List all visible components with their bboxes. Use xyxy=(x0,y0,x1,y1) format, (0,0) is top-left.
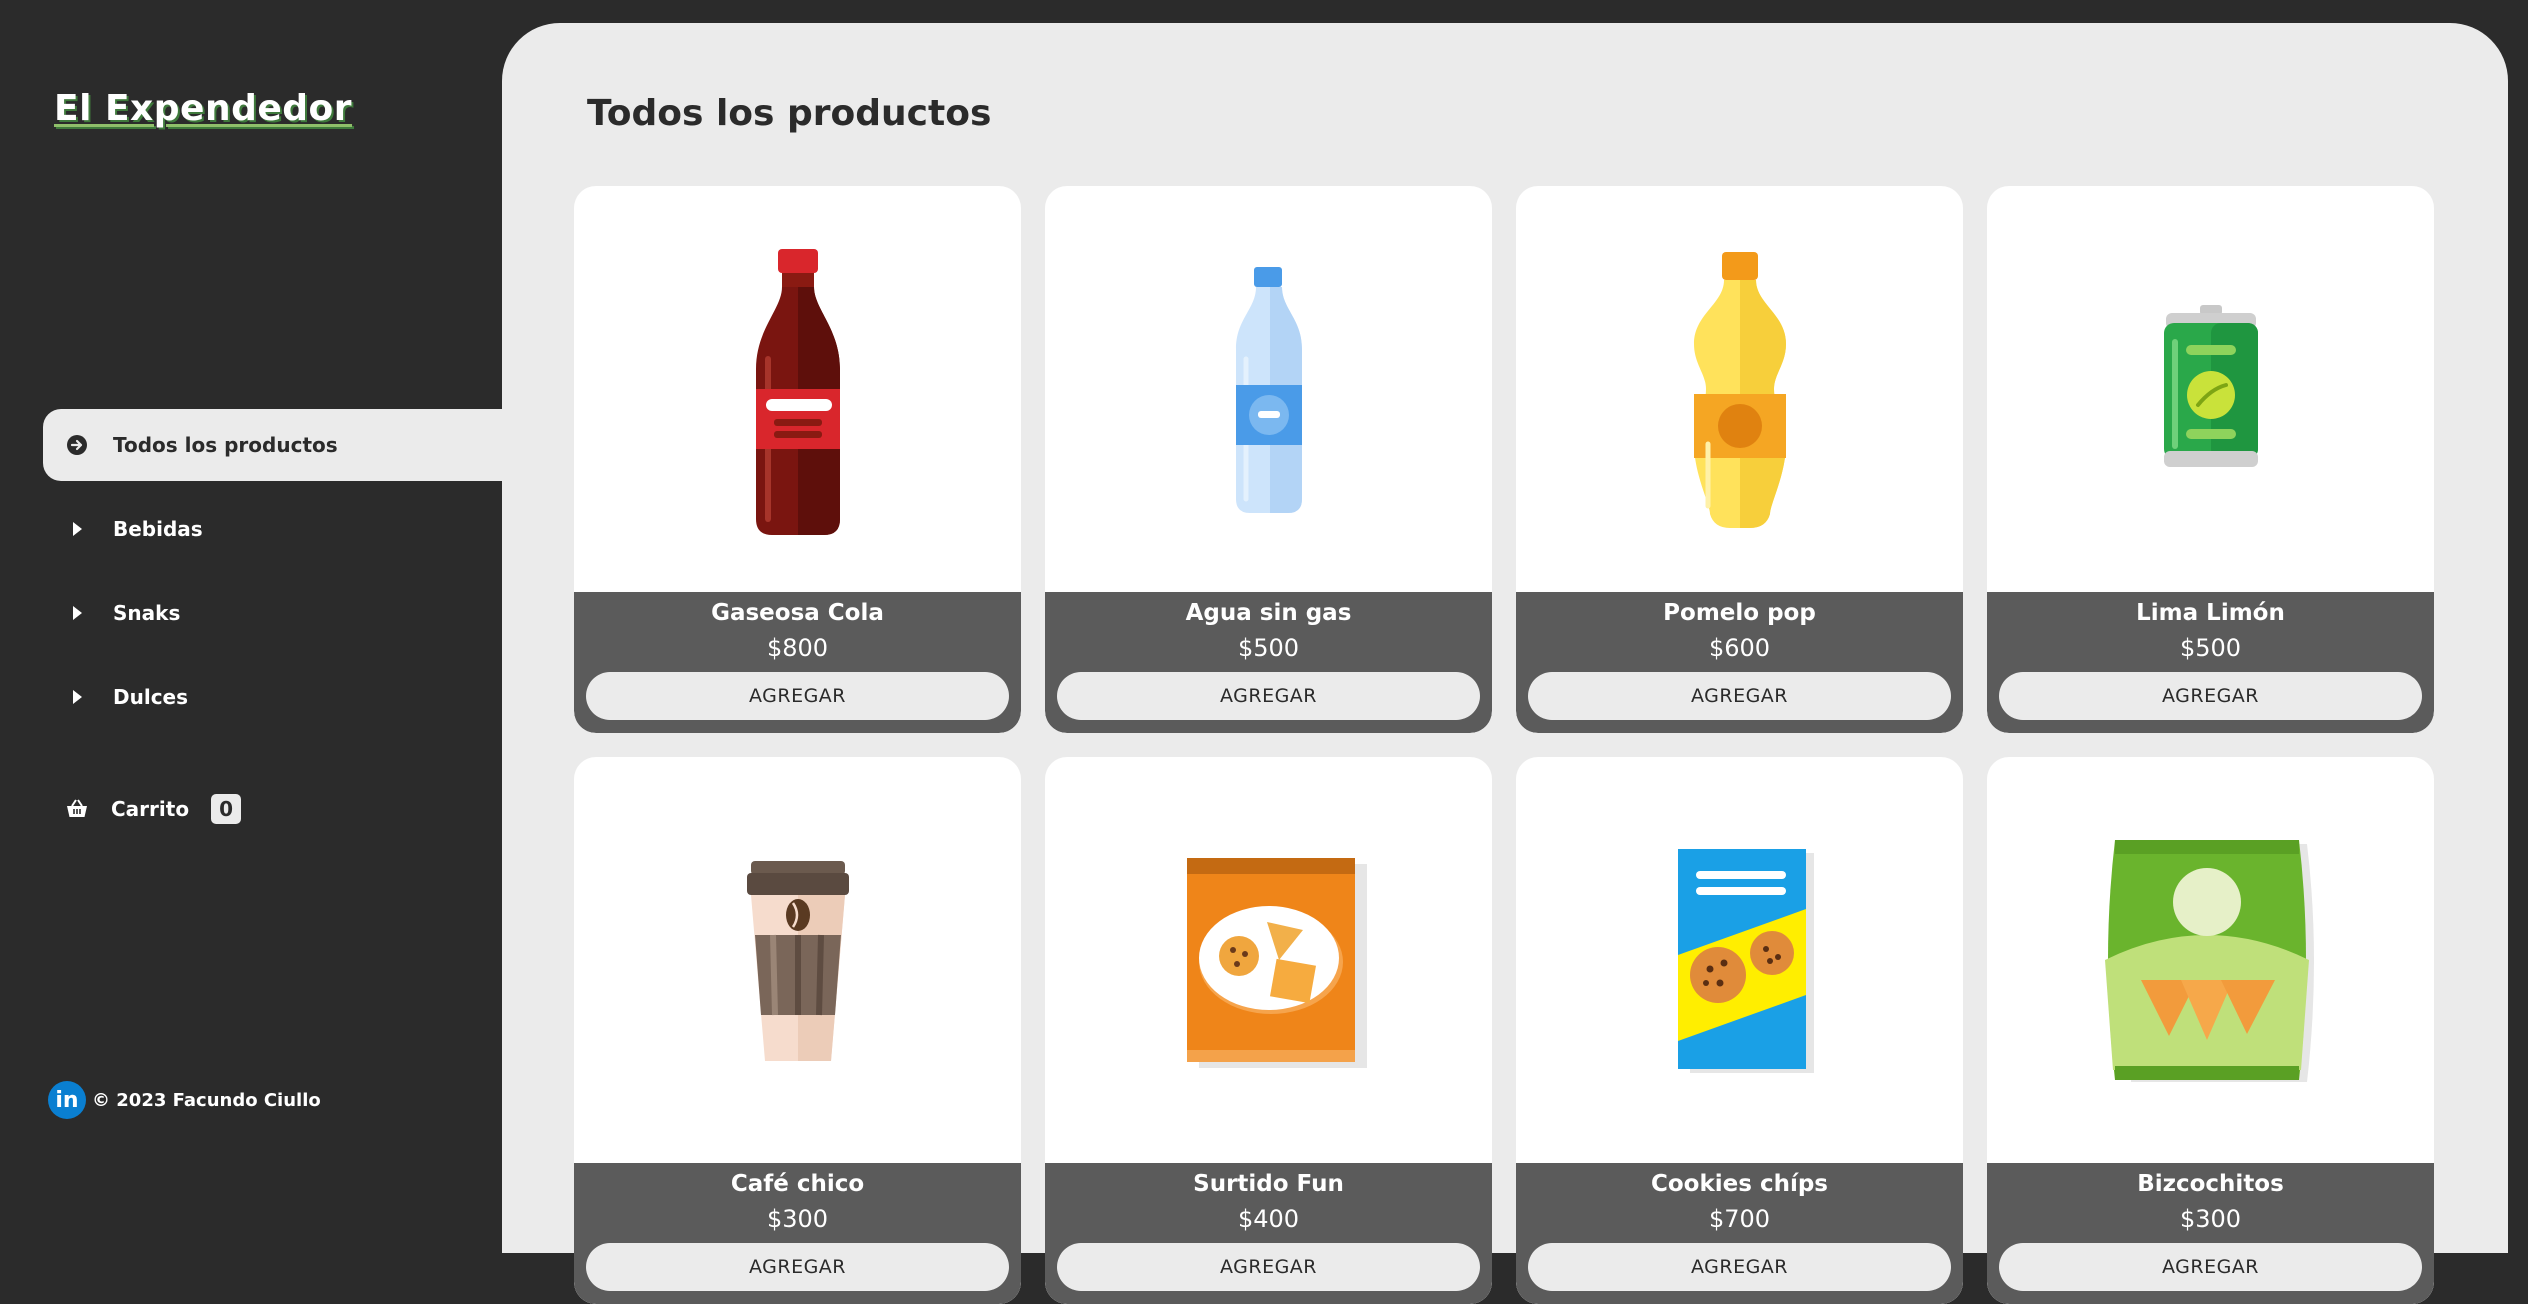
cart-count-badge: 0 xyxy=(211,794,242,824)
nav-item-label: Todos los productos xyxy=(113,433,338,457)
product-price: $600 xyxy=(1708,634,1771,662)
nav-item-todos-los-productos[interactable]: Todos los productos xyxy=(43,409,502,481)
product-name: Surtido Fun xyxy=(1193,1171,1344,1197)
product-image xyxy=(574,757,1021,1163)
product-image xyxy=(574,186,1021,592)
caret-right-icon xyxy=(43,689,111,705)
add-to-cart-button[interactable]: AGREGAR xyxy=(1528,672,1951,720)
water-bottle-icon xyxy=(1235,267,1302,513)
product-info: Café chico $300 AGREGAR xyxy=(574,1163,1021,1304)
basket-icon xyxy=(43,799,111,819)
product-name: Café chico xyxy=(730,1171,865,1197)
product-card: Cookies chíps $700 AGREGAR xyxy=(1516,757,1963,1304)
caret-right-icon xyxy=(43,605,111,621)
copyright-text: © 2023 Facundo Ciullo xyxy=(92,1089,321,1111)
product-image xyxy=(1516,757,1963,1163)
brand-logo[interactable]: El Expendedor xyxy=(54,88,352,129)
product-name: Agua sin gas xyxy=(1185,600,1352,626)
product-card: Pomelo pop $600 AGREGAR xyxy=(1516,186,1963,733)
caret-right-icon xyxy=(43,521,111,537)
product-price: $400 xyxy=(1237,1205,1300,1233)
product-info: Surtido Fun $400 AGREGAR xyxy=(1045,1163,1492,1304)
cart-label: Carrito xyxy=(111,797,190,821)
add-to-cart-button[interactable]: AGREGAR xyxy=(1057,672,1480,720)
product-price: $800 xyxy=(766,634,829,662)
product-info: Cookies chíps $700 AGREGAR xyxy=(1516,1163,1963,1304)
cola-bottle-icon xyxy=(755,249,840,535)
footer: in © 2023 Facundo Ciullo xyxy=(48,1081,321,1119)
linkedin-icon[interactable]: in xyxy=(48,1081,86,1119)
page-title: Todos los productos xyxy=(587,93,992,134)
nav-item-bebidas[interactable]: Bebidas xyxy=(43,493,502,565)
product-price: $700 xyxy=(1708,1205,1771,1233)
product-image xyxy=(1987,186,2434,592)
product-card: Agua sin gas $500 AGREGAR xyxy=(1045,186,1492,733)
main-content: Todos los productos Gaseosa Cola $800 AG… xyxy=(502,23,2508,1304)
add-to-cart-button[interactable]: AGREGAR xyxy=(1057,1243,1480,1291)
product-card: Surtido Fun $400 AGREGAR xyxy=(1045,757,1492,1304)
product-name: Cookies chíps xyxy=(1650,1171,1828,1197)
product-info: Agua sin gas $500 AGREGAR xyxy=(1045,592,1492,733)
product-info: Lima Limón $500 AGREGAR xyxy=(1987,592,2434,733)
product-name: Lima Limón xyxy=(2136,600,2285,626)
cookies-box-icon xyxy=(1677,849,1814,1073)
product-info: Bizcochitos $300 AGREGAR xyxy=(1987,1163,2434,1304)
category-nav: Todos los productos Bebidas Snaks Dulces xyxy=(0,409,502,745)
product-price: $500 xyxy=(1237,634,1300,662)
cart-button[interactable]: Carrito 0 xyxy=(43,774,242,844)
product-card: Bizcochitos $300 AGREGAR xyxy=(1987,757,2434,1304)
add-to-cart-button[interactable]: AGREGAR xyxy=(1528,1243,1951,1291)
nav-item-snaks[interactable]: Snaks xyxy=(43,577,502,649)
nav-item-label: Bebidas xyxy=(113,517,203,541)
nav-item-dulces[interactable]: Dulces xyxy=(43,661,502,733)
product-grid: Gaseosa Cola $800 AGREGAR Agua sin gas $… xyxy=(574,186,2434,1304)
grapefruit-soda-bottle-icon xyxy=(1693,252,1786,528)
product-info: Pomelo pop $600 AGREGAR xyxy=(1516,592,1963,733)
arrow-circle-right-icon xyxy=(43,434,111,456)
assorted-crackers-box-icon xyxy=(1186,858,1367,1068)
product-name: Pomelo pop xyxy=(1663,600,1816,626)
product-name: Gaseosa Cola xyxy=(711,600,884,626)
add-to-cart-button[interactable]: AGREGAR xyxy=(586,1243,1009,1291)
product-card: Gaseosa Cola $800 AGREGAR xyxy=(574,186,1021,733)
product-info: Gaseosa Cola $800 AGREGAR xyxy=(574,592,1021,733)
product-card: Café chico $300 AGREGAR xyxy=(574,757,1021,1304)
nav-item-label: Dulces xyxy=(113,685,189,709)
product-image xyxy=(1516,186,1963,592)
product-card: Lima Limón $500 AGREGAR xyxy=(1987,186,2434,733)
nav-item-label: Snaks xyxy=(113,601,181,625)
sidebar: El Expendedor Todos los productos Bebida… xyxy=(0,0,502,1220)
product-price: $300 xyxy=(2179,1205,2242,1233)
product-name: Bizcochitos xyxy=(2137,1171,2284,1197)
coffee-cup-icon xyxy=(746,861,849,1061)
product-image xyxy=(1987,757,2434,1163)
add-to-cart-button[interactable]: AGREGAR xyxy=(1999,1243,2422,1291)
product-price: $300 xyxy=(766,1205,829,1233)
product-price: $500 xyxy=(2179,634,2242,662)
lime-can-icon xyxy=(2163,305,2258,467)
product-image xyxy=(1045,186,1492,592)
add-to-cart-button[interactable]: AGREGAR xyxy=(1999,672,2422,720)
product-image xyxy=(1045,757,1492,1163)
snack-bag-icon xyxy=(2104,840,2314,1082)
add-to-cart-button[interactable]: AGREGAR xyxy=(586,672,1009,720)
